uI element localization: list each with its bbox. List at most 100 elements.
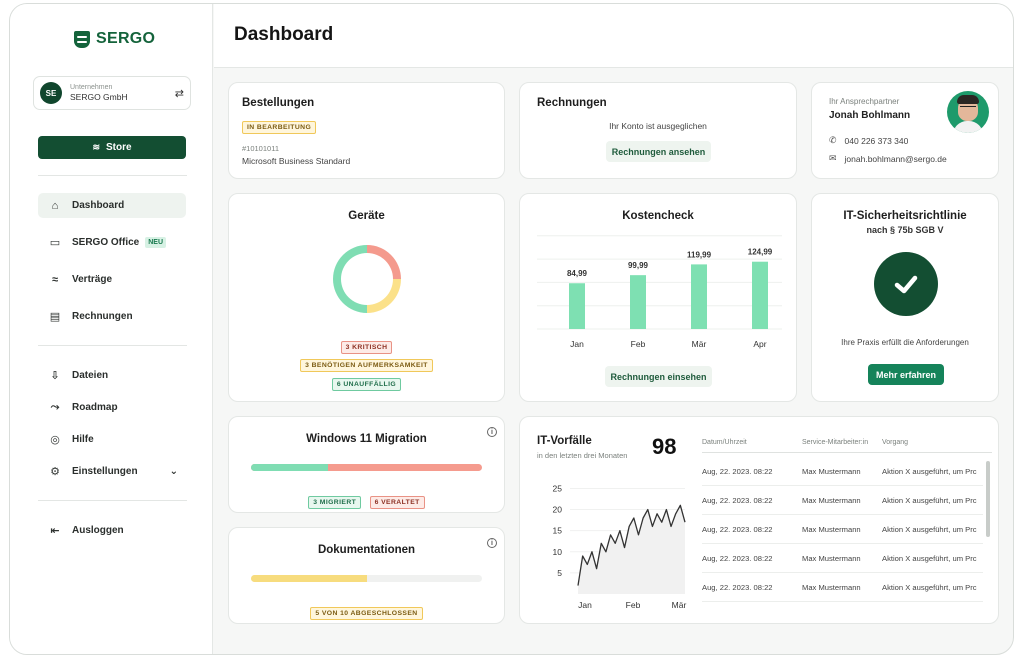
sidebar-item-invoices[interactable]: ▤ Rechnungen [38,304,186,329]
cell-datetime: Aug, 22. 2023. 08:22 [702,582,773,592]
sidebar-divider [38,500,187,501]
route-icon: ⤳ [50,401,60,413]
sidebar-item-label: Hilfe [72,434,94,445]
sidebar-divider [38,175,187,176]
sidebar-item-settings[interactable]: ⚙ Einstellungen ⌄ [38,459,186,484]
table-scrollbar[interactable] [986,461,990,537]
chevron-down-icon: ⌄ [169,466,178,477]
invoices-card: Rechnungen Ihr Konto ist ausgeglichen Re… [519,82,797,179]
invoices-title: Rechnungen [537,97,607,109]
attention-badge: 3 BENÖTIGEN AUFMERKSAMKEIT [300,359,433,372]
table-row[interactable]: Aug, 22. 2023. 08:22 Max Mustermann Akti… [702,544,983,573]
security-title: IT-Sicherheitsrichtlinie [843,210,967,222]
contact-label: Ihr Ansprechpartner [829,97,900,106]
line-x-tick-label: Mär [672,600,687,610]
docs-card[interactable]: Dokumentationen i 5 VON 10 ABGESCHLOSSEN [228,527,505,624]
company-avatar: SE [40,82,62,104]
col-header-staff: Service-Mitarbeiter:in [802,439,869,446]
app-window: SERGO SE Unternehmen SERGO GmbH ⇄ ≋ Stor… [9,3,1014,655]
contact-phone-row[interactable]: ✆ 040 226 373 340 [829,135,908,146]
docs-title: Dokumentationen [317,544,416,556]
phone-icon: ✆ [829,135,837,145]
view-invoices-costs-button[interactable]: Rechnungen einsehen [605,366,712,387]
view-invoices-button[interactable]: Rechnungen ansehen [606,141,711,162]
line-x-tick-label: Feb [626,600,641,610]
cell-action: Aktion X ausgeführt, um Prc [882,582,977,592]
cell-action: Aktion X ausgeführt, um Prc [882,466,977,476]
sidebar-item-label: Ausloggen [72,525,124,536]
sidebar-item-label: Dateien [72,370,109,381]
cell-staff: Max Mustermann [802,466,861,476]
file-download-icon: ⇩ [50,370,60,382]
sidebar-item-logout[interactable]: ⇤ Ausloggen [38,518,186,543]
cost-month-label: Mär [692,339,707,349]
docs-progress-bar [251,575,482,582]
cell-datetime: Aug, 22. 2023. 08:22 [702,495,773,505]
incidents-count: 98 [652,434,677,459]
sidebar-item-contracts[interactable]: ≈ Verträge [38,267,186,292]
devices-title: Geräte [348,210,385,222]
line-y-tick-label: 15 [553,526,563,536]
sidebar-item-label: Rechnungen [72,311,133,322]
sidebar-item-roadmap[interactable]: ⤳ Roadmap [38,395,186,420]
docs-badge-row: 5 VON 10 ABGESCHLOSSEN [229,602,504,620]
sidebar-item-label: SERGO Office [72,237,140,248]
devices-card[interactable]: Geräte 3 KRITISCH 3 BENÖTIGEN AUFMERKSAM… [228,193,505,402]
cost-month-label: Feb [631,339,646,349]
company-name: SERGO GmbH [70,92,128,102]
contact-name: Jonah Bohlmann [829,110,911,121]
costs-card: Kostencheck 84,99 Jan 99,99 Feb 119,99 Mär 124… [519,193,797,402]
cell-datetime: Aug, 22. 2023. 08:22 [702,553,773,563]
sidebar-item-label: Roadmap [72,402,118,413]
cell-datetime: Aug, 22. 2023. 08:22 [702,466,773,476]
cell-staff: Max Mustermann [802,495,861,505]
learn-more-button[interactable]: Mehr erfahren [868,364,944,385]
cost-value-label: 119,99 [687,250,712,259]
cell-staff: Max Mustermann [802,582,861,592]
company-switcher[interactable]: SE Unternehmen SERGO GmbH ⇄ [33,76,191,110]
security-card: IT-Sicherheitsrichtlinie nach § 75b SGB … [811,193,999,402]
donut-slice-critical [367,245,401,279]
cell-staff: Max Mustermann [802,553,861,563]
info-icon[interactable]: i [487,427,497,437]
contact-email-row[interactable]: ✉ jonah.bohlmann@sergo.de [829,153,947,164]
donut-slice-attention [367,279,401,313]
cost-value-label: 124,99 [748,248,773,257]
sergo-mark-icon: ≋ [92,142,100,152]
table-row[interactable]: Aug, 22. 2023. 08:22 Max Mustermann Akti… [702,457,983,486]
sidebar-item-dashboard[interactable]: ⌂ Dashboard [38,193,186,218]
table-row[interactable]: Aug, 22. 2023. 08:22 Max Mustermann Akti… [702,573,983,602]
security-message: Ihre Praxis erfüllt die Anforderungen [841,338,969,347]
invoices-message: Ihr Konto ist ausgeglichen [609,121,707,131]
sidebar-item-help[interactable]: ◎ Hilfe [38,427,186,452]
sidebar-item-sergo-office[interactable]: ▭ SERGO Office NEU [38,230,186,255]
cell-staff: Max Mustermann [802,524,861,534]
cost-bar [630,275,646,329]
info-icon[interactable]: i [487,538,497,548]
incidents-table-body[interactable]: Aug, 22. 2023. 08:22 Max Mustermann Akti… [702,457,983,607]
sergo-logo[interactable]: SERGO [74,30,155,48]
contact-avatar [947,91,989,133]
migration-progress-bar [251,464,482,471]
switch-icon[interactable]: ⇄ [175,87,184,100]
contact-card: Ihr Ansprechpartner Jonah Bohlmann ✆ 040… [811,82,999,179]
logout-icon: ⇤ [50,525,60,537]
migrated-badge: 3 MIGRIERT [308,496,362,509]
monitor-icon: ▭ [49,237,61,249]
table-row[interactable]: Aug, 22. 2023. 08:22 Max Mustermann Akti… [702,486,983,515]
new-badge: NEU [145,237,167,248]
cost-value-label: 84,99 [567,269,588,278]
sidebar-item-files[interactable]: ⇩ Dateien [38,363,186,388]
donut-slice-ok [333,245,367,313]
contact-phone: 040 226 373 340 [844,135,909,146]
sidebar-item-label: Dashboard [72,200,125,211]
outdated-badge: 6 VERALTET [369,496,425,509]
cost-bar [752,261,768,329]
cost-bar [691,264,707,329]
store-button[interactable]: ≋ Store [38,136,186,159]
orders-card[interactable]: Bestellungen IN BEARBEITUNG #10101011 Mi… [228,82,505,179]
table-row[interactable]: Aug, 22. 2023. 08:22 Max Mustermann Akti… [702,515,983,544]
migration-card[interactable]: Windows 11 Migration i 3 MIGRIERT 6 VERA… [228,416,505,513]
line-y-tick-label: 25 [553,483,563,493]
migration-progress-fill [251,464,328,471]
